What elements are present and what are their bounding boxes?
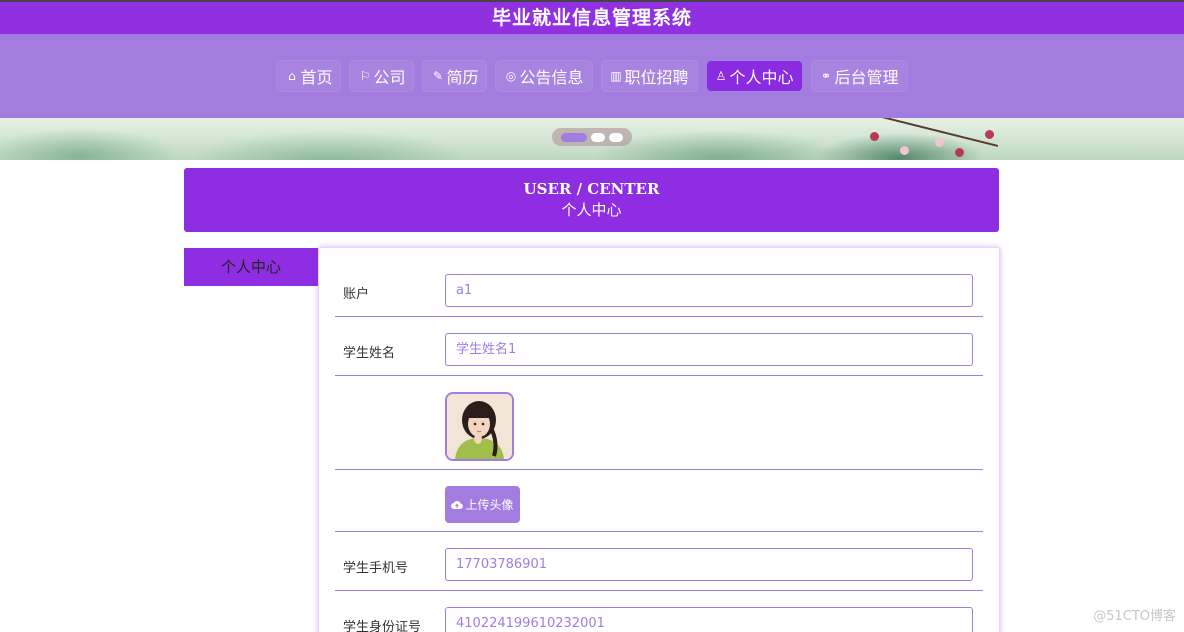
- home-icon: ⌂: [288, 69, 296, 83]
- branch-decoration: [861, 118, 999, 147]
- avatar: [445, 392, 514, 461]
- nav-item-label: 简历: [446, 68, 479, 87]
- student-name-row: 学生姓名 学生姓名1: [335, 317, 983, 376]
- blossom-decoration: [935, 138, 944, 147]
- page-header-cn: 个人中心: [561, 201, 622, 219]
- nav-item-jobs[interactable]: ▥ 职位招聘: [601, 61, 697, 91]
- student-name-label: 学生姓名: [343, 346, 396, 361]
- notice-icon: ◎: [505, 69, 517, 83]
- cloud-upload-icon: [451, 500, 464, 509]
- page-header-en: USER / CENTER: [523, 180, 660, 198]
- account-row: 账户 a1: [335, 264, 983, 317]
- banner-carousel: [0, 118, 1184, 160]
- page-header: USER / CENTER 个人中心: [184, 168, 999, 232]
- user-icon: ♙: [715, 69, 727, 83]
- nav-item-label: 后台管理: [834, 68, 899, 87]
- nav-item-notice[interactable]: ◎ 公告信息: [496, 61, 592, 91]
- nav-item-label: 公告信息: [519, 68, 584, 87]
- account-label: 账户: [343, 287, 370, 302]
- avatar-row: [335, 376, 983, 470]
- link-icon: ⚭: [821, 69, 832, 83]
- carousel-dot-3[interactable]: [609, 132, 623, 142]
- id-row: 学生身份证号 410224199610232001: [335, 591, 983, 632]
- upload-button-label: 上传头像: [465, 498, 514, 512]
- phone-row: 学生手机号 17703786901: [335, 532, 983, 591]
- upload-row: 上传头像: [335, 470, 983, 532]
- student-name-input[interactable]: 学生姓名1: [445, 333, 973, 366]
- blossom-decoration: [955, 148, 964, 157]
- nav-item-admin[interactable]: ⚭ 后台管理: [811, 61, 907, 91]
- blossom-decoration: [900, 146, 909, 155]
- nav-item-home[interactable]: ⌂ 首页: [277, 61, 341, 91]
- site-title: 毕业就业信息管理系统: [0, 2, 1184, 34]
- flag-icon: ⚐: [359, 69, 371, 83]
- job-icon: ▥: [610, 69, 622, 83]
- upload-avatar-button[interactable]: 上传头像: [445, 486, 520, 523]
- carousel-dot-1[interactable]: [561, 132, 587, 142]
- nav-item-label: 首页: [300, 68, 333, 87]
- avatar-portrait: [447, 394, 512, 459]
- nav-item-label: 职位招聘: [624, 68, 689, 87]
- main-nav: ⌂ 首页 ⚐ 公司 ✎ 简历 ◎ 公告信息 ▥ 职位招聘 ♙ 个人中心 ⚭ 后台…: [0, 34, 1184, 118]
- phone-label: 学生手机号: [343, 561, 409, 576]
- resume-icon: ✎: [432, 69, 443, 83]
- nav-item-label: 个人中心: [729, 68, 794, 87]
- blossom-decoration: [870, 132, 879, 141]
- id-label: 学生身份证号: [343, 620, 422, 632]
- blossom-decoration: [985, 130, 994, 139]
- id-input[interactable]: 410224199610232001: [445, 607, 973, 632]
- nav-item-company[interactable]: ⚐ 公司: [350, 61, 414, 91]
- carousel-dot-2[interactable]: [591, 132, 605, 142]
- nav-item-user-center[interactable]: ♙ 个人中心: [706, 61, 802, 91]
- side-tab-user-center[interactable]: 个人中心: [184, 248, 318, 286]
- profile-form: 账户 a1 学生姓名 学生姓名1 上传头像 学生手机号 17703786901 …: [318, 247, 1000, 632]
- app-frame: 毕业就业信息管理系统 ⌂ 首页 ⚐ 公司 ✎ 简历 ◎ 公告信息 ▥ 职位招聘 …: [0, 0, 1184, 632]
- phone-input[interactable]: 17703786901: [445, 548, 973, 581]
- nav-item-label: 公司: [373, 68, 406, 87]
- carousel-indicators: [552, 128, 632, 146]
- nav-item-resume[interactable]: ✎ 简历: [423, 61, 487, 91]
- watermark: @51CTO博客: [1093, 609, 1176, 624]
- account-input[interactable]: a1: [445, 274, 973, 307]
